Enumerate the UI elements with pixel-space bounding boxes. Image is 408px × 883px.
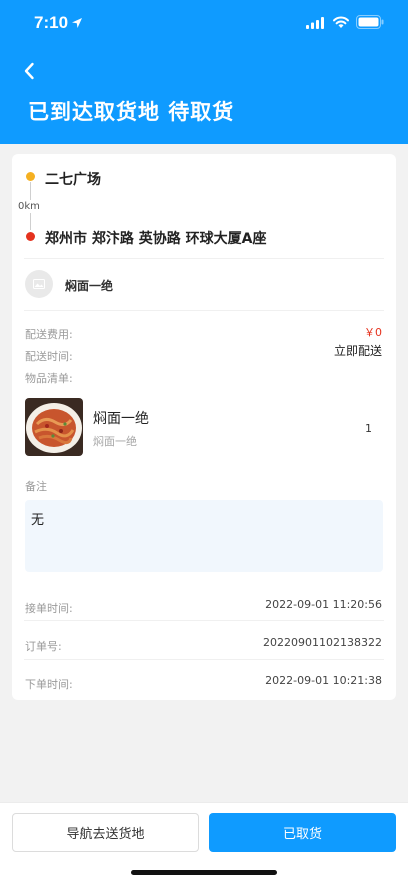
location-arrow-icon <box>72 18 82 28</box>
status-bar: 7:10 <box>0 0 408 46</box>
divider <box>24 258 384 259</box>
order-time-label: 下单时间: <box>25 678 73 691</box>
divider <box>24 620 384 621</box>
delivery-dot <box>26 232 35 241</box>
delivery-address: 郑州市 郑汴路 英协路 环球大厦A座 <box>45 231 267 247</box>
home-indicator <box>131 870 277 875</box>
divider <box>24 310 384 311</box>
items-label: 物品清单: <box>25 372 73 385</box>
food-image <box>25 398 83 456</box>
order-detail-card: 0km 二七广场 郑州市 郑汴路 英协路 环球大厦A座 焖面一绝 配送费用: ￥… <box>12 154 396 700</box>
shop-avatar <box>25 270 53 298</box>
accept-time-label: 接单时间: <box>25 602 73 615</box>
shop-name: 焖面一绝 <box>65 279 114 293</box>
back-button[interactable] <box>16 58 42 84</box>
page-title: 已到达取货地 待取货 <box>28 100 235 124</box>
order-time-value: 2022-09-01 10:21:38 <box>265 674 382 687</box>
picked-up-button[interactable]: 已取货 <box>209 813 396 852</box>
order-number-value: 20220901102138322 <box>263 636 382 649</box>
cellular-signal-icon <box>306 17 324 29</box>
fee-label: 配送费用: <box>25 328 73 341</box>
delivery-time-value: 立即配送 <box>333 344 382 358</box>
food-quantity: 1 <box>365 422 372 435</box>
navigate-to-delivery-button[interactable]: 导航去送货地 <box>12 813 199 852</box>
wifi-icon <box>333 16 349 28</box>
order-number-label: 订单号: <box>25 640 62 653</box>
status-time: 7:10 <box>34 13 69 32</box>
remark-text: 无 <box>31 513 45 528</box>
header: 7:10 已到达取货地 待取货 <box>0 0 408 144</box>
battery-icon <box>356 15 384 29</box>
accept-time-value: 2022-09-01 11:20:56 <box>265 598 382 611</box>
pickup-address: 二七广场 <box>45 172 101 188</box>
food-subtitle: 焖面一绝 <box>93 435 137 448</box>
chevron-left-icon <box>24 62 34 80</box>
remark-box: 无 <box>25 500 383 572</box>
fee-value: ￥0 <box>364 326 382 339</box>
remark-label: 备注 <box>25 480 47 493</box>
bottom-action-bar: 导航去送货地 已取货 <box>0 802 408 883</box>
delivery-time-label: 配送时间: <box>25 350 73 363</box>
food-name: 焖面一绝 <box>93 411 149 427</box>
image-placeholder-icon <box>33 279 45 289</box>
route-distance: 0km <box>18 200 40 213</box>
divider <box>24 659 384 660</box>
pickup-dot <box>26 172 35 181</box>
